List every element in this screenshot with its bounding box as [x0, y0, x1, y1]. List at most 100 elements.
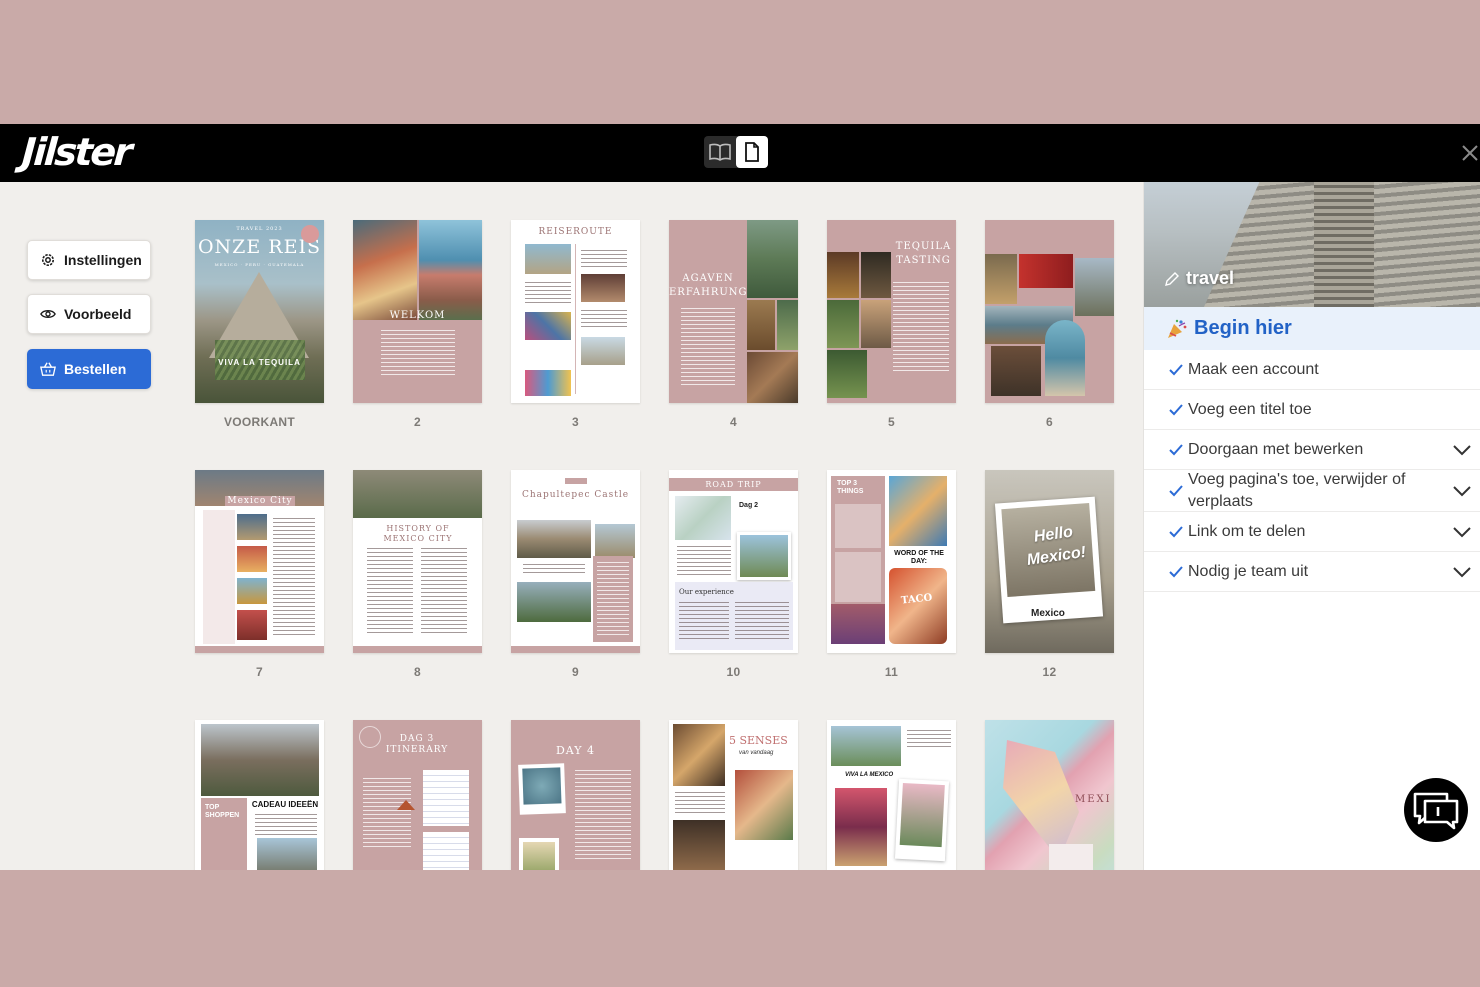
book-view-button[interactable]	[704, 136, 736, 168]
page-label: VOORKANT	[223, 415, 296, 429]
page-6[interactable]: 6	[985, 220, 1114, 429]
page-thumbnail: TEQUILA TASTING	[827, 220, 956, 403]
page-title: 5 SENSES	[729, 734, 788, 747]
close-button[interactable]	[1455, 138, 1480, 168]
page-thumbnail: MEXI	[985, 720, 1114, 870]
step-create-account[interactable]: Maak een account	[1144, 350, 1480, 390]
page-11[interactable]: TOP 3 THINGS WORD OF THE DAY: TACO 11	[827, 470, 956, 679]
word-of-day-label: WORD OF THE DAY:	[894, 550, 944, 565]
chevron-down-icon[interactable]	[1452, 563, 1472, 581]
gear-icon	[40, 252, 56, 268]
page-title: CADEAU IDEEËN	[251, 800, 319, 809]
check-icon	[1169, 443, 1183, 455]
step-invite-team[interactable]: Nodig je team uit	[1144, 552, 1480, 592]
step-share-link[interactable]: Link om te delen	[1144, 512, 1480, 552]
step-continue-editing[interactable]: Doorgaan met bewerken	[1144, 430, 1480, 470]
page-label: 3	[572, 415, 579, 429]
page-title: AGAVEN ERFAHRUNG	[669, 273, 748, 298]
page-4[interactable]: AGAVEN ERFAHRUNG 4	[669, 220, 798, 429]
page-label: 12	[1042, 665, 1057, 679]
check-icon	[1169, 525, 1183, 537]
page-label: 5	[888, 415, 895, 429]
hero-tag: travel	[1164, 268, 1234, 289]
page-thumbnail: DAG 3 ITINERARY	[353, 720, 482, 870]
page-thumbnail: Chapultepec Castle	[511, 470, 640, 653]
begin-header: Begin hier	[1144, 307, 1480, 350]
page-view-button[interactable]	[736, 136, 768, 168]
page-17[interactable]: VIVA LA MEXICO	[827, 720, 956, 870]
order-button[interactable]: Bestellen	[27, 349, 151, 389]
settings-button[interactable]: Instellingen	[27, 240, 151, 280]
page-thumbnail: WELKOM	[353, 220, 482, 403]
page-5[interactable]: TEQUILA TASTING 5	[827, 220, 956, 429]
page-thumbnail: TOP 3 THINGS WORD OF THE DAY: TACO	[827, 470, 956, 653]
page-cover[interactable]: TRAVEL 2023 ONZE REIS MEXICO · PERU · GU…	[195, 220, 324, 429]
page-thumbnail: Hello Mexico! Mexico	[985, 470, 1114, 653]
page-7[interactable]: Mexico City 7	[195, 470, 324, 679]
page-label: 2	[414, 415, 421, 429]
begin-title: Begin hier	[1194, 317, 1292, 339]
page-8[interactable]: HISTORY OF MEXICO CITY 8	[353, 470, 482, 679]
page-3[interactable]: REISEROUTE 3	[511, 220, 640, 429]
chat-button[interactable]	[1404, 778, 1468, 842]
page-icon	[745, 142, 759, 162]
page-label: 7	[256, 665, 263, 679]
page-label: 10	[726, 665, 741, 679]
check-icon	[1169, 565, 1183, 577]
cover-subtitle: VIVA LA TEQUILA	[218, 358, 301, 367]
page-thumbnail: TRAVEL 2023 ONZE REIS MEXICO · PERU · GU…	[195, 220, 324, 403]
chevron-down-icon[interactable]	[1452, 441, 1472, 459]
check-icon	[1169, 403, 1183, 415]
page-thumbnail: REISEROUTE	[511, 220, 640, 403]
check-icon	[1169, 363, 1183, 375]
page-15[interactable]: DAY 4	[511, 720, 640, 870]
page-label: 9	[572, 665, 579, 679]
page-16[interactable]: 5 SENSES van vandaag	[669, 720, 798, 870]
page-thumbnail: Mexico City	[195, 470, 324, 653]
page-label: 11	[884, 665, 899, 679]
page-thumbnail: DAY 4	[511, 720, 640, 870]
page-subtitle: van vandaag	[739, 750, 774, 756]
page-12[interactable]: Hello Mexico! Mexico 12	[985, 470, 1114, 679]
party-popper-icon	[1168, 319, 1187, 338]
preview-label: Voorbeeld	[64, 306, 132, 322]
app-window: Jilster Instellingen Voorbeeld Bestellen…	[0, 124, 1480, 870]
step-label: Voeg een titel toe	[1188, 400, 1312, 418]
page-title: ROAD TRIP	[705, 480, 762, 489]
page-thumbnail: AGAVEN ERFAHRUNG	[669, 220, 798, 403]
hero-tag-label: travel	[1186, 268, 1235, 288]
page-13[interactable]: TOP SHOPPEN CADEAU IDEEËN	[195, 720, 324, 870]
step-add-title[interactable]: Voeg een titel toe	[1144, 390, 1480, 430]
page-thumbnail: 5 SENSES van vandaag	[669, 720, 798, 870]
day-label: Dag 2	[739, 502, 759, 509]
chevron-down-icon[interactable]	[1452, 482, 1472, 500]
page-14[interactable]: DAG 3 ITINERARY	[353, 720, 482, 870]
map-label: MEXI	[1075, 794, 1112, 805]
close-icon	[1462, 145, 1478, 161]
chevron-down-icon[interactable]	[1452, 523, 1472, 541]
page-thumbnail	[985, 220, 1114, 403]
location-label: Mexico	[1031, 608, 1065, 619]
pencil-icon	[1165, 271, 1179, 286]
page-2[interactable]: WELKOM 2	[353, 220, 482, 429]
getting-started-panel: travel Begin hier Maak een account Voeg …	[1143, 182, 1480, 870]
view-toggle	[704, 136, 768, 168]
preview-button[interactable]: Voorbeeld	[27, 294, 151, 334]
page-10[interactable]: ROAD TRIP Dag 2 Our experience 10	[669, 470, 798, 679]
page-thumbnail: HISTORY OF MEXICO CITY	[353, 470, 482, 653]
section-label: TOP SHOPPEN	[205, 804, 240, 819]
page-18[interactable]: MEXI	[985, 720, 1114, 870]
page-title: DAG 3 ITINERARY	[385, 734, 449, 755]
page-title: Mexico City	[225, 496, 295, 506]
step-label: Nodig je team uit	[1188, 562, 1309, 580]
jilster-logo[interactable]: Jilster	[20, 130, 131, 174]
page-thumbnail: VIVA LA MEXICO	[827, 720, 956, 870]
hero-image: travel	[1144, 182, 1480, 307]
top-bar: Jilster	[0, 124, 1480, 182]
page-title: HISTORY OF MEXICO CITY	[383, 524, 453, 543]
step-label: Maak een account	[1188, 360, 1319, 378]
step-manage-pages[interactable]: Voeg pagina's toe, verwijder of verplaat…	[1144, 470, 1480, 512]
page-9[interactable]: Chapultepec Castle 9	[511, 470, 640, 679]
page-label: 6	[1046, 415, 1053, 429]
eye-icon	[40, 306, 56, 322]
